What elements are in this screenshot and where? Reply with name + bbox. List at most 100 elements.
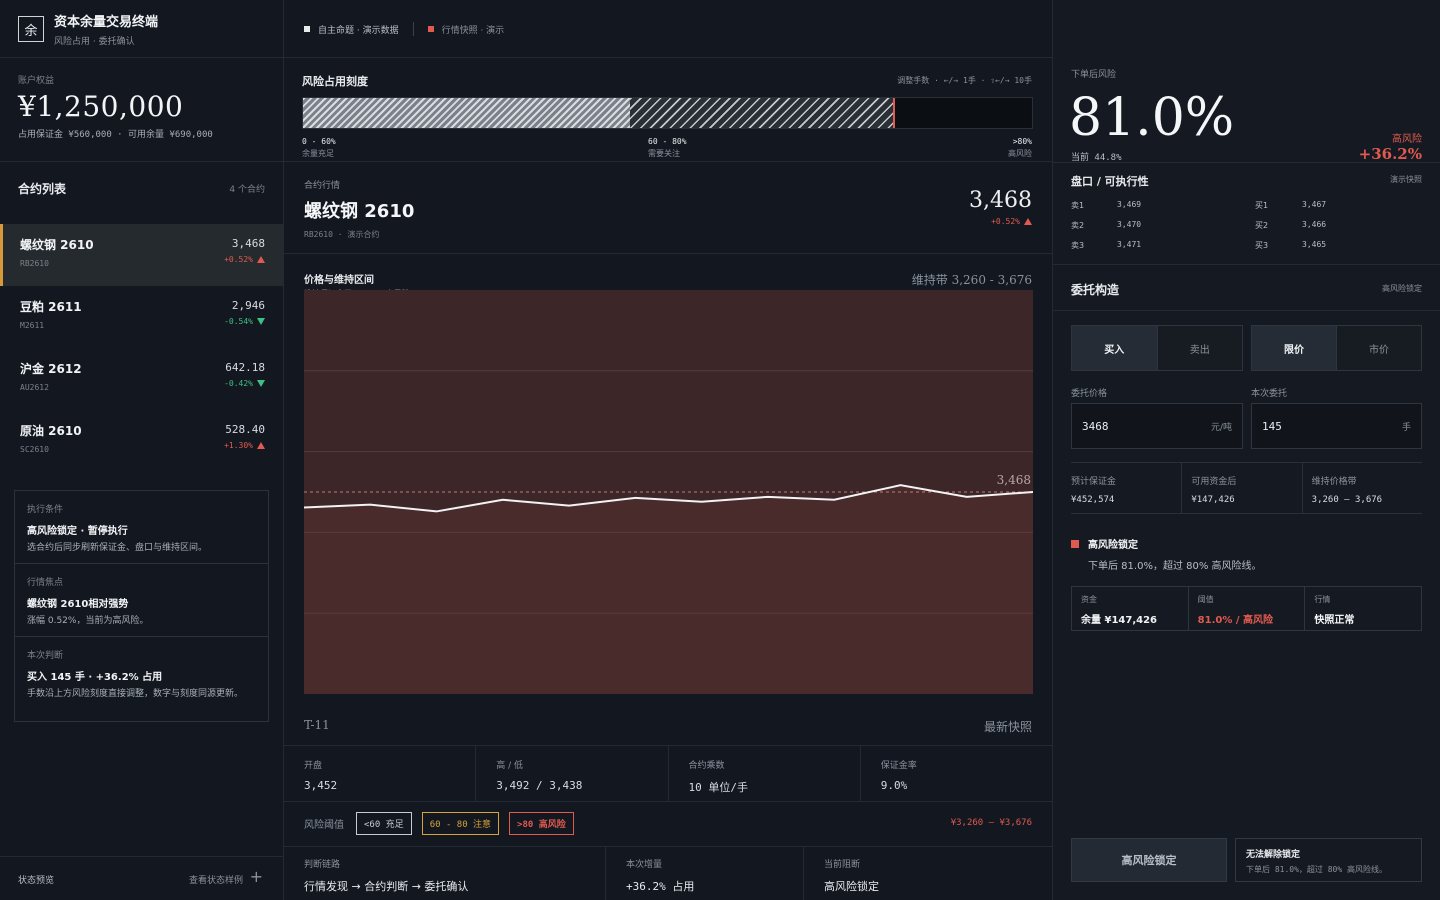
contract-price: 528.40 <box>225 423 265 436</box>
order-price-value: 3468 <box>1082 419 1109 433</box>
note-label: 本次判断 <box>27 651 64 661</box>
risk-warning: 高风险锁定 下单后 81.0%，超过 80% 高风险线。 <box>1071 536 1262 572</box>
note-current-judgment: 本次判断 买入 145 手 · +36.2% 占用 手数沿上方风险刻度直接调整，… <box>15 637 268 723</box>
chain-increment: 本次增量 +36.2% 占用 <box>606 846 804 900</box>
chain-block: 当前阻断 高风险锁定 <box>824 860 879 893</box>
bid-3-price: 3,465 <box>1302 240 1327 249</box>
app-title: 资本余量交易终端 <box>54 15 159 30</box>
note-text: 手数沿上方风险刻度直接调整，数字与刻度同源更新。 <box>27 689 244 699</box>
chart-title: 价格与维持区间 <box>304 275 374 286</box>
bid-1-price: 3,467 <box>1302 200 1327 209</box>
price-area <box>304 485 1033 694</box>
order-title: 委托构造 <box>1071 283 1120 297</box>
market-order-button[interactable]: 市价 <box>1336 326 1421 370</box>
note-text: 选合约后同步刷新保证金、盘口与维持区间。 <box>27 543 208 553</box>
threshold-chip-high[interactable]: >80 高风险 <box>509 812 574 835</box>
chart-x-start-label: T-11 <box>304 718 330 732</box>
risk-increase: +36.2% <box>1358 145 1422 163</box>
qty-field-label: 本次委托 <box>1251 389 1288 399</box>
order-qty-input[interactable]: 145 手 <box>1251 403 1422 449</box>
ask-2-price: 3,470 <box>1117 220 1142 229</box>
price-label: 3,468 <box>997 473 1031 487</box>
quote-header: 合约行情 螺纹钢 2610 RB2610 · 演示合约 <box>304 178 414 240</box>
summary-funds: 资金 余量 ¥147,426 <box>1081 595 1157 626</box>
quote-contract-code: RB2610 · 演示合约 <box>304 230 380 239</box>
contract-change: -0.42% <box>224 379 265 388</box>
contract-price: 642.18 <box>225 361 265 374</box>
ask-1-price: 3,469 <box>1117 200 1142 209</box>
side-toggle: 买入 卖出 <box>1071 325 1243 371</box>
price-stats: 开盘 3,452 高 / 低 3,492 / 3,438 合约乘数 10 单位/手 保… <box>284 746 1052 801</box>
contract-item-rb2610[interactable]: 螺纹钢 2610 RB2610 3,468 +0.52% <box>0 224 283 286</box>
brand: 余 资本余量交易终端 风险占用 · 委托确认 <box>18 16 158 47</box>
order-type-toggle: 限价 市价 <box>1251 325 1422 371</box>
account-label: 账户权益 <box>18 76 55 86</box>
quote-change: +0.52% <box>991 217 1032 226</box>
contract-name: 豆粕 2611 <box>20 300 82 314</box>
quote-label: 合约行情 <box>304 181 341 191</box>
bid-3-label: 买3 <box>1255 241 1269 250</box>
contract-count: 4 个合约 <box>229 185 265 195</box>
price-chart: 3,468 <box>304 290 1033 694</box>
status-bar: 状态预览 查看状态样例 + <box>0 856 283 900</box>
order-lock-status: 高风险锁定 <box>1382 284 1422 293</box>
order-calculations: 预计保证金 ¥452,574 可用资金后 ¥147,426 维持价格带 3,260 —… <box>1071 462 1422 514</box>
quote-price: 3,468 <box>969 188 1032 213</box>
summary-threshold: 阈值 81.0% / 高风险 <box>1187 587 1305 630</box>
order-price-input[interactable]: 3468 元/吨 <box>1071 403 1243 449</box>
summary-market: 行情 快照正常 <box>1304 587 1421 630</box>
stat-multiplier: 合约乘数 10 单位/手 <box>669 746 861 801</box>
note-label: 行情焦点 <box>27 578 64 588</box>
snapshot-square-icon <box>427 26 434 32</box>
sell-button[interactable]: 卖出 <box>1156 326 1242 370</box>
risk-adjust-hint: 调整手数 · ←/→ 1手 · ⇧←/→ 10手 <box>897 76 1032 85</box>
buy-button[interactable]: 买入 <box>1072 326 1157 370</box>
warning-title: 高风险锁定 <box>1088 540 1138 551</box>
contract-price: 2,946 <box>231 299 265 312</box>
note-execution-condition: 执行条件 高风险锁定 · 暂停执行 选合约后同步刷新保证金、盘口与维持区间。 <box>15 491 268 564</box>
risk-scale-slider[interactable] <box>302 97 1033 129</box>
risk-thresholds: 风险阈值 <60 充足 60 - 80 注意 >80 高风险 ¥3,260 — … <box>284 801 1052 846</box>
up-arrow-icon <box>257 442 265 449</box>
lock-note-title: 无法解除锁定 <box>1246 850 1301 860</box>
limit-order-button[interactable]: 限价 <box>1252 326 1336 370</box>
chart-x-end-label: 最新快照 <box>983 720 1032 734</box>
contract-name: 螺纹钢 2610 <box>20 238 94 252</box>
risk-current-marker[interactable] <box>893 98 895 128</box>
up-arrow-icon <box>1024 218 1032 225</box>
contract-price: 3,468 <box>231 237 265 250</box>
bid-2-label: 买2 <box>1255 221 1269 230</box>
risk-level-tag: 高风险 <box>1392 134 1422 145</box>
note-title: 高风险锁定 · 暂停执行 <box>27 526 128 537</box>
contract-change: +0.52% <box>224 255 265 264</box>
threshold-chip-safe[interactable]: <60 充足 <box>356 812 412 835</box>
threshold-label: 风险阈值 <box>304 820 344 831</box>
right-panel: 下单后风险 81.0% 当前 44.8% 高风险 +36.2% 盘口 / 可执行… <box>1053 0 1440 900</box>
contract-item-sc2610[interactable]: 原油 2610 SC2610 528.40 +1.30% <box>0 410 283 472</box>
topbar-theme: 自主命题 · 演示数据 <box>318 25 399 36</box>
stat-high-low: 高 / 低 3,492 / 3,438 <box>476 746 669 801</box>
post-risk-value: 81.0% <box>1069 88 1235 148</box>
topbar-snapshot: 行情快照 · 演示 <box>441 25 505 36</box>
account-equity: ¥1,250,000 <box>18 90 184 123</box>
risk-label-safe: 0 - 60% 余量充足 <box>302 137 336 158</box>
risk-label-caution: 60 - 80% 需要关注 <box>648 137 687 158</box>
lock-note-text: 下单后 81.0%，超过 80% 高风险线。 <box>1246 865 1387 874</box>
risk-summary: 资金 余量 ¥147,426 阈值 81.0% / 高风险 行情 快照正常 <box>1071 586 1422 631</box>
note-title: 买入 145 手 · +36.2% 占用 <box>27 672 163 683</box>
risk-scale-title: 风险占用刻度 <box>302 75 368 88</box>
contract-list-title: 合约列表 <box>18 182 67 196</box>
chain-path: 判断链路 行情发现 → 合约判断 → 委托确认 <box>284 846 606 900</box>
ask-1-label: 卖1 <box>1071 201 1085 210</box>
account-margin-summary: 占用保证金 ¥560,000 · 可用余量 ¥690,000 <box>18 130 213 140</box>
plus-icon[interactable]: + <box>250 867 263 886</box>
order-qty-value: 145 <box>1262 419 1282 433</box>
up-arrow-icon <box>257 256 265 263</box>
contract-item-au2612[interactable]: 沪金 2612 AU2612 642.18 -0.42% <box>0 348 283 410</box>
stat-open: 开盘 3,452 <box>284 746 477 801</box>
contract-item-m2611[interactable]: 豆粕 2611 M2611 2,946 -0.54% <box>0 286 283 348</box>
view-status-samples-link[interactable]: 查看状态样例 <box>189 873 243 886</box>
threshold-chip-caution[interactable]: 60 - 80 注意 <box>421 812 500 835</box>
left-panel: 余 资本余量交易终端 风险占用 · 委托确认 账户权益 ¥1,250,000 占… <box>0 0 284 900</box>
high-risk-lock-button[interactable]: 高风险锁定 <box>1071 838 1227 882</box>
